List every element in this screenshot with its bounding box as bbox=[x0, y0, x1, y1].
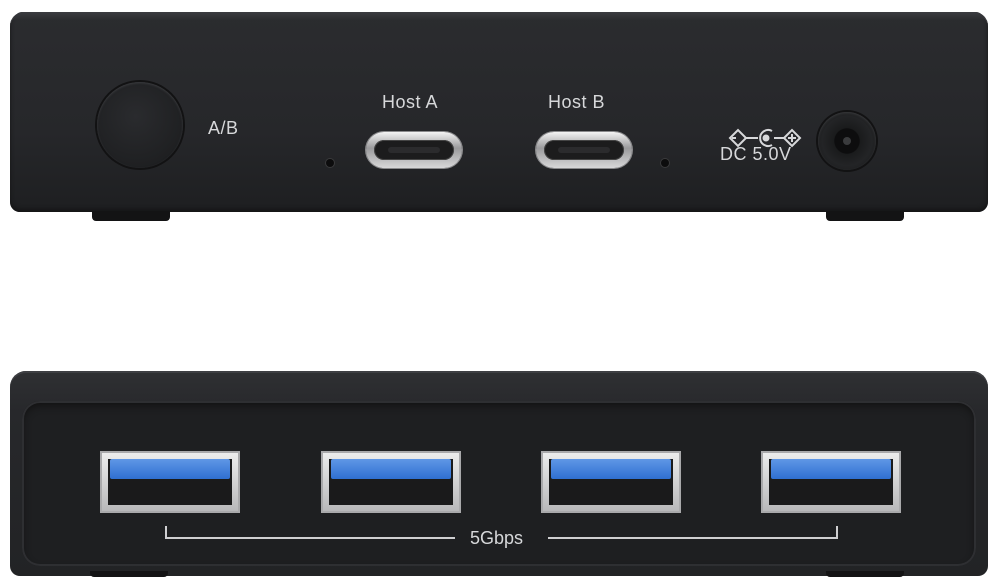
usb-a-port-3[interactable] bbox=[541, 451, 681, 513]
rubber-foot-left bbox=[90, 571, 168, 577]
speed-bracket-right-tick bbox=[836, 526, 838, 538]
usb-a-port-2[interactable] bbox=[321, 451, 461, 513]
host-a-label: Host A bbox=[382, 92, 439, 112]
led-indicator-b bbox=[661, 159, 669, 167]
speed-label: 5Gbps bbox=[470, 528, 524, 548]
speed-bracket-left-line bbox=[165, 537, 455, 539]
ab-switch-label: A/B bbox=[208, 118, 239, 138]
usb-a-port-4[interactable] bbox=[761, 451, 901, 513]
speed-bracket-right-line bbox=[548, 537, 838, 539]
hub-back-panel: A/B Host A Host B DC 5.0V bbox=[10, 12, 988, 221]
host-a-usbc-port[interactable] bbox=[366, 132, 462, 168]
host-b-label: Host B bbox=[548, 92, 606, 112]
rubber-foot-right bbox=[826, 571, 904, 577]
host-b-usbc-port[interactable] bbox=[536, 132, 632, 168]
rubber-foot-right bbox=[826, 211, 904, 221]
rubber-foot-left bbox=[92, 211, 170, 221]
ab-switch-button[interactable] bbox=[97, 82, 183, 168]
led-indicator-a bbox=[326, 159, 334, 167]
back-top-edge bbox=[14, 12, 984, 20]
usb-a-port-1[interactable] bbox=[100, 451, 240, 513]
dc-power-label: DC 5.0V bbox=[720, 144, 792, 164]
dc-power-jack[interactable] bbox=[818, 112, 876, 170]
